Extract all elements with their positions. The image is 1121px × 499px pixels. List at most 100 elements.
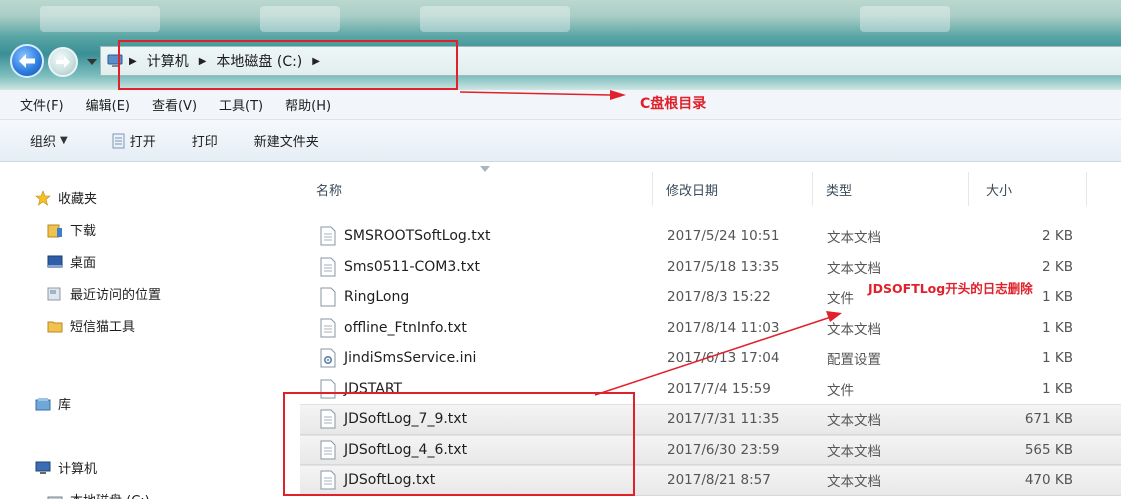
file-type: 文本文档 — [827, 260, 881, 277]
menu-bar: 文件(F) 编辑(E) 查看(V) 工具(T) 帮助(H) — [0, 90, 1121, 120]
file-date: 2017/5/24 10:51 — [667, 228, 780, 245]
recent-places-icon — [46, 285, 64, 303]
table-row[interactable]: SMSROOTSoftLog.txt 2017/5/24 10:51 文本文档 … — [300, 221, 1121, 252]
file-type: 文本文档 — [827, 321, 881, 338]
nav-sms-tool[interactable]: 短信猫工具 — [46, 316, 135, 335]
new-folder-label: 新建文件夹 — [253, 135, 319, 150]
file-type: 文件 — [827, 382, 854, 399]
column-divider[interactable] — [812, 172, 813, 206]
file-name: offline_FtnInfo.txt — [344, 319, 467, 336]
menu-edit[interactable]: 编辑(E) — [86, 95, 130, 114]
command-toolbar: 组织 ▼ 打开 打印 新建文件夹 — [0, 120, 1121, 162]
file-name: SMSROOTSoftLog.txt — [344, 228, 491, 245]
nav-sms-tool-label: 短信猫工具 — [70, 320, 136, 335]
file-name-cell: RingLong — [320, 287, 409, 307]
nav-local-disk[interactable]: 本地磁盘 (C:) — [46, 490, 150, 499]
file-type: 文本文档 — [827, 230, 881, 247]
nav-favorites-label: 收藏夹 — [58, 192, 98, 207]
file-size: 1 KB — [1042, 380, 1073, 397]
forward-button[interactable] — [48, 47, 78, 77]
organize-button[interactable]: 组织 ▼ — [30, 131, 68, 150]
file-type: 文件 — [827, 291, 854, 308]
file-type: 配置设置 — [827, 352, 881, 369]
file-date: 2017/6/30 23:59 — [667, 441, 780, 458]
computer-icon — [34, 459, 52, 477]
file-size: 2 KB — [1042, 228, 1073, 245]
menu-tools[interactable]: 工具(T) — [219, 95, 263, 114]
file-size: 671 KB — [1024, 411, 1073, 428]
column-size[interactable]: 大小 — [986, 180, 1012, 199]
nav-recent-places-label: 最近访问的位置 — [70, 288, 162, 303]
open-button[interactable]: 打开 — [110, 131, 156, 150]
file-size: 1 KB — [1042, 289, 1073, 306]
file-name: RingLong — [344, 289, 410, 306]
menu-view[interactable]: 查看(V) — [152, 95, 197, 114]
blank-file-icon — [320, 287, 336, 307]
text-file-icon — [320, 257, 336, 277]
file-date: 2017/5/18 13:35 — [667, 258, 780, 275]
file-name-cell: offline_FtnInfo.txt — [320, 318, 467, 338]
column-name[interactable]: 名称 — [316, 180, 342, 199]
nav-desktop-label: 桌面 — [70, 256, 97, 271]
star-icon — [34, 189, 52, 207]
file-type: 文本文档 — [827, 413, 881, 430]
menu-file[interactable]: 文件(F) — [20, 95, 64, 114]
nav-computer[interactable]: 计算机 — [34, 458, 97, 477]
column-header-row: 名称 修改日期 类型 大小 — [300, 162, 1121, 210]
nav-favorites[interactable]: 收藏夹 — [34, 188, 97, 207]
file-name-cell: SMSROOTSoftLog.txt — [320, 226, 491, 246]
file-name-cell: JindiSmsService.ini — [320, 348, 476, 368]
nav-libraries[interactable]: 库 — [34, 394, 71, 413]
column-type[interactable]: 类型 — [826, 180, 852, 199]
title-glare — [860, 6, 950, 32]
title-glare — [420, 6, 570, 32]
text-file-icon — [110, 133, 126, 149]
chevron-down-icon — [87, 59, 97, 65]
file-date: 2017/8/21 8:57 — [667, 472, 771, 489]
back-button[interactable] — [10, 44, 44, 78]
column-divider[interactable] — [968, 172, 969, 206]
title-glare — [260, 6, 340, 32]
file-date: 2017/8/14 11:03 — [667, 319, 780, 336]
text-file-icon — [320, 226, 336, 246]
nav-computer-label: 计算机 — [58, 462, 98, 477]
desktop-icon — [46, 253, 64, 271]
file-size: 2 KB — [1042, 258, 1073, 275]
nav-downloads[interactable]: 下载 — [46, 220, 96, 239]
table-row[interactable]: JindiSmsService.ini 2017/6/13 17:04 配置设置… — [300, 343, 1121, 374]
column-date[interactable]: 修改日期 — [666, 180, 718, 199]
file-size: 565 KB — [1024, 441, 1073, 458]
file-name-cell: Sms0511-COM3.txt — [320, 257, 480, 277]
recent-pages-dropdown[interactable] — [86, 56, 98, 68]
annotation-delete-label: JDSOFTLog开头的日志删除 — [868, 281, 1033, 296]
annotation-box-address — [118, 40, 458, 90]
download-folder-icon — [46, 221, 64, 239]
folder-icon — [46, 317, 64, 335]
print-button[interactable]: 打印 — [192, 131, 218, 150]
file-size: 1 KB — [1042, 350, 1073, 367]
file-date: 2017/7/4 15:59 — [667, 380, 771, 397]
nav-recent-places[interactable]: 最近访问的位置 — [46, 284, 161, 303]
file-size: 1 KB — [1042, 319, 1073, 336]
open-label: 打开 — [129, 135, 156, 150]
nav-libraries-label: 库 — [58, 398, 72, 413]
organize-label: 组织 — [30, 135, 57, 150]
file-date: 2017/7/31 11:35 — [667, 411, 780, 428]
nav-desktop[interactable]: 桌面 — [46, 252, 96, 271]
menu-help[interactable]: 帮助(H) — [285, 95, 331, 114]
arrow-left-icon — [19, 54, 35, 68]
annotation-box-logs — [283, 392, 635, 496]
column-divider[interactable] — [1086, 172, 1087, 206]
file-type: 文本文档 — [827, 443, 881, 460]
table-row[interactable]: offline_FtnInfo.txt 2017/8/14 11:03 文本文档… — [300, 313, 1121, 344]
new-folder-button[interactable]: 新建文件夹 — [254, 131, 319, 150]
title-glare — [40, 6, 160, 32]
text-file-icon — [320, 318, 336, 338]
library-icon — [34, 395, 52, 413]
column-divider[interactable] — [652, 172, 653, 206]
print-label: 打印 — [191, 135, 218, 150]
arrow-right-icon — [56, 56, 70, 68]
file-size: 470 KB — [1024, 472, 1073, 489]
settings-file-icon — [320, 348, 336, 368]
file-date: 2017/8/3 15:22 — [667, 289, 771, 306]
